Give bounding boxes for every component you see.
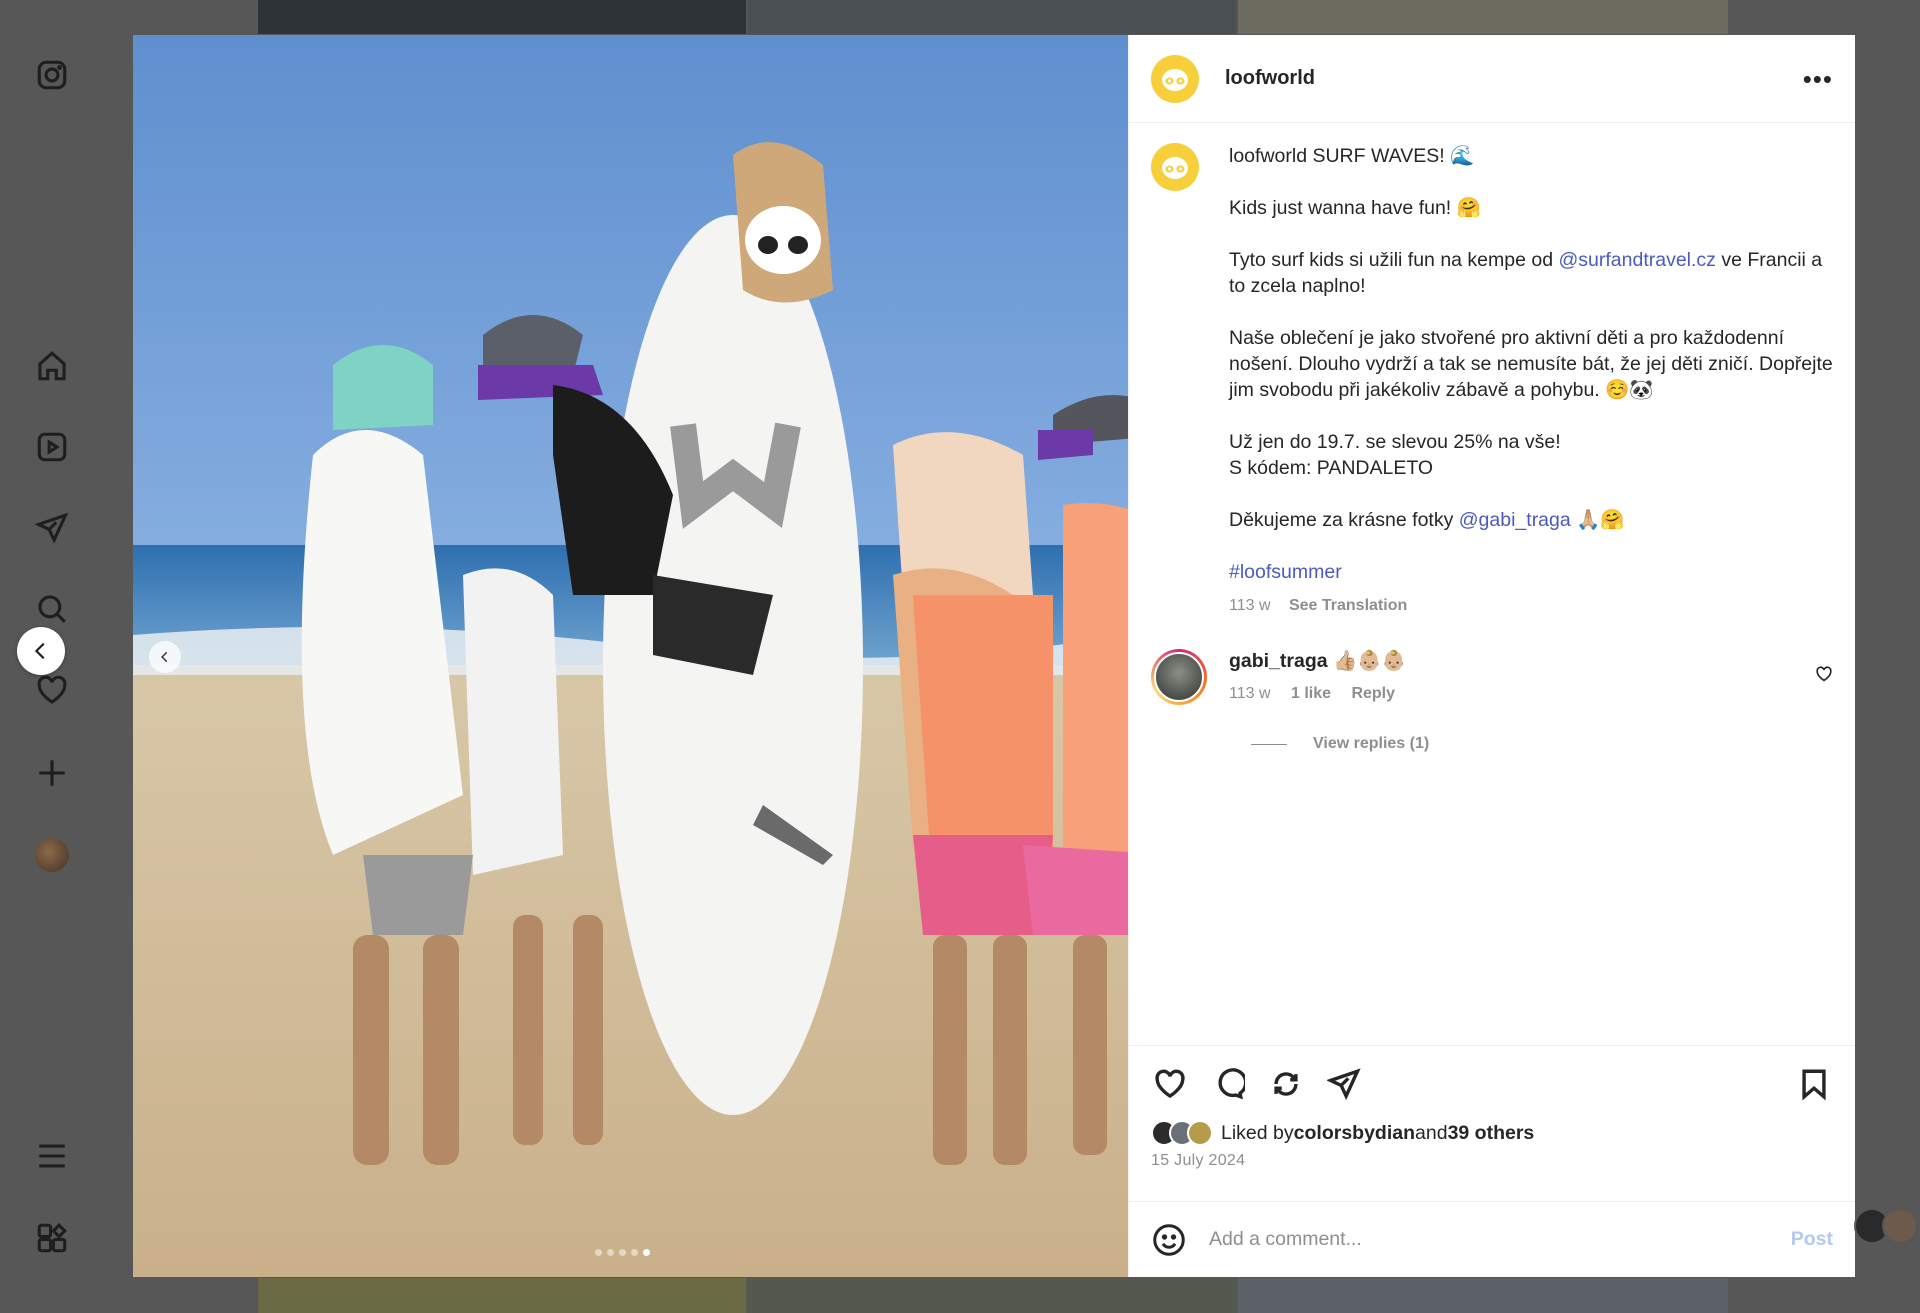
likes-others-button[interactable]: 39 others [1448, 1122, 1535, 1145]
caption-line: loofworld SURF WAVES! 🌊 [1229, 143, 1833, 169]
comments-section: loofworld SURF WAVES! 🌊 Kids just wanna … [1129, 123, 1855, 1045]
beach-photo [133, 35, 1128, 1277]
avatar [1882, 1208, 1918, 1244]
create-plus-icon[interactable] [34, 755, 70, 791]
commenter-username[interactable]: gabi_traga [1229, 650, 1328, 672]
instagram-logo-icon[interactable] [34, 57, 70, 93]
caption-text: Děkujeme za krásne fotky [1229, 509, 1459, 531]
heart-icon [1816, 666, 1832, 682]
comment-like-button[interactable] [1815, 665, 1833, 683]
likes-mid: and [1415, 1121, 1448, 1144]
comment-age: 113 w [1229, 685, 1271, 702]
carousel-dot [607, 1249, 614, 1256]
divider [1251, 743, 1287, 745]
comment-likes[interactable]: 1 like [1291, 685, 1331, 702]
post-modal: loofworld ••• loofworld SURF WAVES! 🌊 Ki… [133, 35, 1855, 1277]
carousel-dot [631, 1249, 638, 1256]
search-icon[interactable] [34, 591, 70, 627]
liker-avatars [1151, 1120, 1213, 1146]
save-button[interactable] [1795, 1065, 1833, 1103]
post-actions: Liked by colorsbydian and 39 others 15 J… [1129, 1045, 1855, 1201]
menu-icon[interactable] [34, 1138, 70, 1174]
feed-tile [1238, 1278, 1728, 1313]
comment-button[interactable] [1209, 1065, 1247, 1103]
likes-summary: Liked by colorsbydian and 39 others [1151, 1120, 1833, 1146]
post-header: loofworld ••• [1129, 35, 1855, 123]
caption: loofworld SURF WAVES! 🌊 Kids just wanna … [1151, 143, 1833, 619]
bookmark-icon [1802, 1069, 1826, 1101]
see-translation-button[interactable]: See Translation [1289, 597, 1407, 614]
mention-link[interactable]: @surfandtravel.cz [1558, 249, 1715, 271]
repost-button[interactable] [1267, 1065, 1305, 1103]
more-apps-icon[interactable] [34, 1220, 70, 1256]
carousel-indicator [595, 1249, 650, 1256]
panda-logo-icon [1162, 68, 1188, 91]
carousel-dot-active [643, 1249, 650, 1256]
caption-text: SURF WAVES! 🌊 [1312, 145, 1475, 167]
previous-post-button[interactable] [17, 627, 65, 675]
likes-prefix: Liked by [1221, 1121, 1294, 1144]
comment-input[interactable] [1209, 1228, 1791, 1251]
caption-line: Už jen do 19.7. se slevou 25% na vše! S … [1229, 431, 1561, 479]
comment: gabi_traga 👍🏼👶🏼👶🏼 113 w 1 like Reply [1151, 649, 1833, 705]
notifications-heart-icon[interactable] [34, 672, 70, 708]
carousel-dot [595, 1249, 602, 1256]
profile-avatar[interactable] [35, 838, 69, 872]
comment-body: gabi_traga 👍🏼👶🏼👶🏼 113 w 1 like Reply [1229, 649, 1411, 705]
caption-username[interactable]: loofworld [1229, 145, 1307, 167]
hashtag-link[interactable]: #loofsummer [1229, 561, 1342, 583]
add-comment-bar: Post [1129, 1201, 1855, 1277]
reels-icon[interactable] [34, 429, 70, 465]
feed-tile [748, 0, 1236, 34]
commenter-avatar[interactable] [1151, 649, 1207, 705]
paper-plane-icon [1327, 1068, 1361, 1101]
more-options-button[interactable]: ••• [1803, 66, 1833, 92]
post-date: 15 July 2024 [1151, 1152, 1246, 1169]
view-replies-button[interactable]: View replies (1) [1251, 735, 1833, 753]
panda-logo-icon [1162, 157, 1188, 179]
feed-tile [1238, 0, 1728, 34]
post-details-panel: loofworld ••• loofworld SURF WAVES! 🌊 Ki… [1128, 35, 1855, 1277]
view-replies-label: View replies (1) [1313, 735, 1430, 752]
feed-tile [258, 0, 746, 34]
author-avatar[interactable] [1151, 54, 1199, 103]
post-media[interactable] [133, 35, 1128, 1277]
home-icon[interactable] [34, 348, 70, 384]
caption-line: Kids just wanna have fun! 🤗 [1229, 197, 1481, 219]
messages-float[interactable] [1854, 1208, 1920, 1244]
caption-text: 🙏🏼🤗 [1570, 509, 1625, 531]
chevron-left-icon [34, 642, 45, 660]
emoji-button[interactable] [1151, 1222, 1187, 1258]
feed-tile [748, 1278, 1236, 1313]
caption-line: Děkujeme za krásne fotky @gabi_traga 🙏🏼🤗 [1229, 507, 1833, 533]
comment-meta: 113 w 1 like Reply [1229, 685, 1411, 703]
comment-bubble-icon [1218, 1068, 1245, 1100]
action-icons [1151, 1062, 1833, 1106]
caption-age: 113 w [1229, 597, 1271, 614]
author-username[interactable]: loofworld [1225, 67, 1315, 90]
like-button[interactable] [1151, 1065, 1189, 1103]
avatar [1187, 1120, 1213, 1146]
repost-icon [1274, 1072, 1298, 1096]
caption-line: Tyto surf kids si užili fun na kempe od … [1229, 247, 1833, 299]
caption-body: loofworld SURF WAVES! 🌊 Kids just wanna … [1229, 143, 1833, 619]
reply-button[interactable]: Reply [1351, 685, 1395, 702]
post-comment-button[interactable]: Post [1791, 1228, 1833, 1251]
caption-text: Tyto surf kids si užili fun na kempe od [1229, 249, 1559, 271]
heart-icon [1155, 1069, 1185, 1099]
caption-line: #loofsummer [1229, 559, 1833, 585]
feed-tile [258, 1278, 746, 1313]
share-button[interactable] [1325, 1065, 1363, 1103]
carousel-prev-button[interactable] [149, 641, 181, 673]
chevron-left-icon [161, 651, 168, 663]
caption-line: Naše oblečení je jako stvořené pro aktiv… [1229, 327, 1833, 401]
caption-author-avatar[interactable] [1151, 143, 1199, 191]
caption-meta: 113 w See Translation [1229, 593, 1833, 619]
emoji-smile-icon [1153, 1223, 1185, 1256]
liker-username[interactable]: colorsbydian [1294, 1122, 1415, 1145]
comment-text: 👍🏼👶🏼👶🏼 [1327, 650, 1406, 672]
messages-icon[interactable] [34, 510, 70, 546]
carousel-dot [619, 1249, 626, 1256]
mention-link[interactable]: @gabi_traga [1459, 509, 1571, 531]
